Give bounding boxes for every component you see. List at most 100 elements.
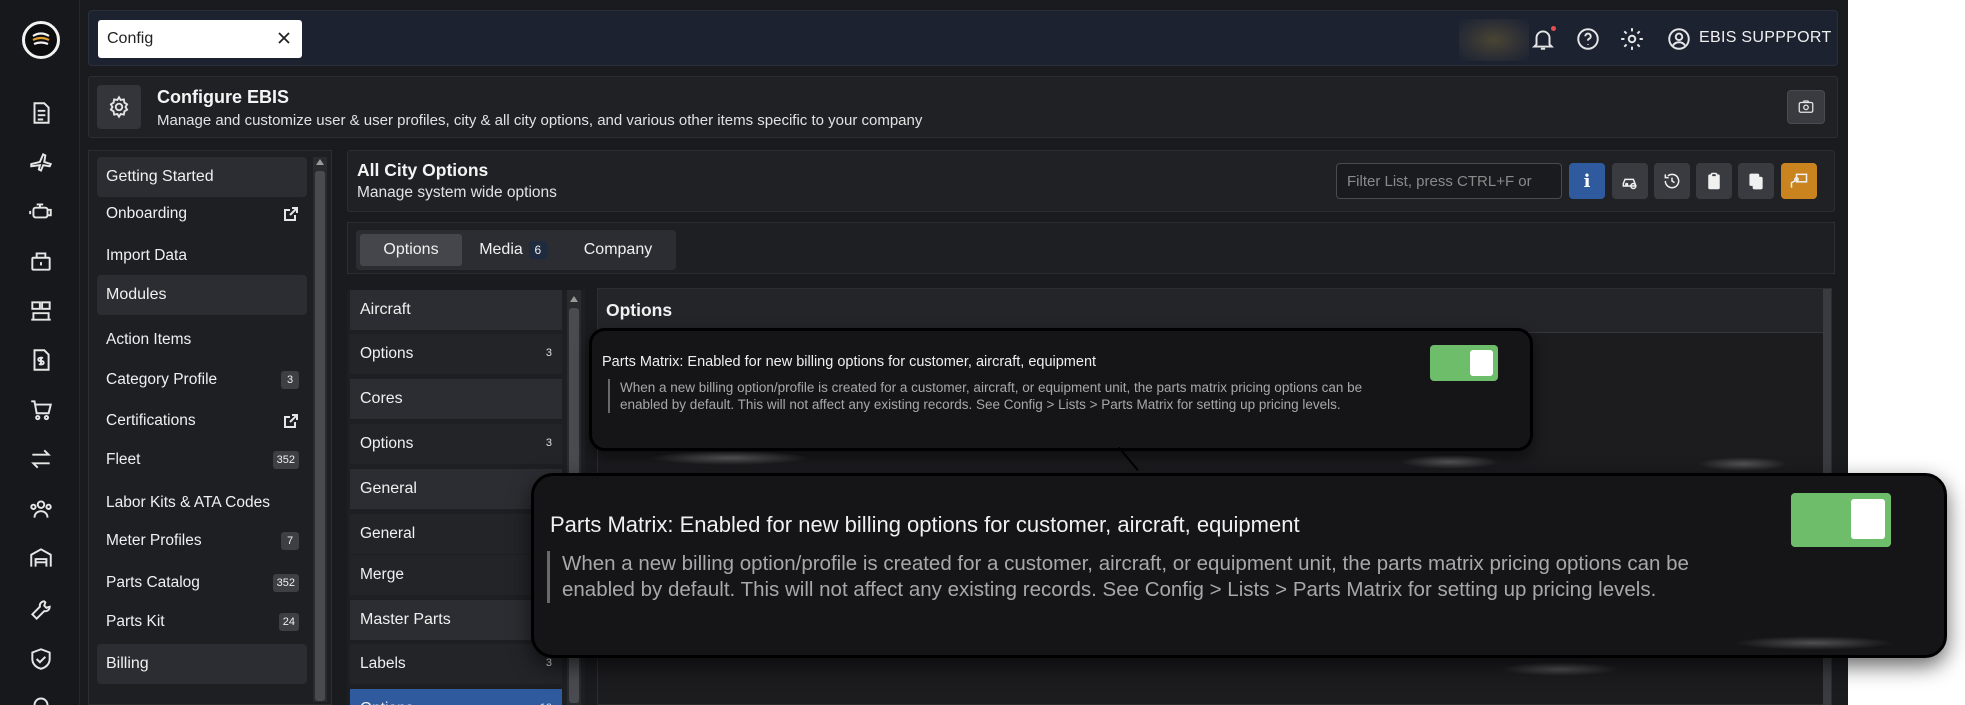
blur-artifact [650, 451, 810, 465]
car-gear-icon [1622, 178, 1637, 190]
notification-dot [1551, 26, 1556, 31]
nav-label: Modules [106, 286, 167, 303]
nav-item-parts-catalog[interactable]: Parts Catalog 352 [97, 564, 307, 602]
category-label: Labels [360, 655, 406, 672]
category-label: Master Parts [360, 611, 451, 628]
tab-media-label: Media [479, 241, 523, 258]
tab-options[interactable]: Options [360, 234, 462, 266]
blur-artifact [1500, 662, 1620, 676]
category-item-options[interactable]: Options 3 [350, 424, 562, 464]
option-description: When a new billing option/profile is cre… [608, 379, 1398, 413]
global-search-input[interactable]: Config [98, 20, 302, 58]
nav-label: Certifications [106, 412, 196, 429]
nav-label: Onboarding [106, 205, 188, 222]
category-label: Cores [360, 390, 403, 407]
nav-count-badge: 3 [281, 371, 299, 389]
nav-label: Fleet [106, 451, 141, 468]
nav-label: Import Data [106, 247, 187, 264]
category-item-options[interactable]: Options10 [350, 689, 562, 705]
category-group-cores[interactable]: Cores [350, 379, 562, 419]
nav-item-action-items[interactable]: Action Items [97, 321, 307, 359]
history-icon [1664, 173, 1680, 189]
configure-gear-icon [97, 85, 141, 129]
category-item-labels[interactable]: Labels 3 [350, 644, 562, 684]
help-icon[interactable] [1575, 26, 1601, 52]
cart-icon[interactable] [26, 395, 56, 425]
category-label: General [360, 480, 417, 497]
zoom-option-enabled-toggle[interactable] [1791, 493, 1891, 547]
category-label: Options [360, 435, 414, 452]
tab-company[interactable]: Company [568, 234, 668, 266]
nav-item-fleet[interactable]: Fleet 352 [97, 441, 307, 479]
airplane-icon[interactable] [26, 148, 56, 178]
nav-label: Getting Started [106, 168, 214, 185]
presentation-button[interactable] [1781, 163, 1817, 199]
option-zoom-callout: Parts Matrix: Enabled for new billing op… [531, 473, 1947, 658]
nav-label: Action Items [106, 331, 192, 348]
category-label: Aircraft [360, 301, 411, 318]
info-button[interactable]: i [1569, 163, 1605, 199]
nav-item-import-data[interactable]: Import Data [97, 237, 307, 275]
nav-item-labor-kits-ata-codes[interactable]: Labor Kits & ATA Codes [97, 484, 307, 522]
nav-label: Meter Profiles [106, 532, 202, 549]
tabs-bar: Options Media 6 Company [347, 222, 1835, 274]
shield-check-icon[interactable] [26, 644, 56, 674]
copy-button[interactable] [1738, 163, 1774, 199]
blur-artifact [1400, 455, 1500, 469]
nav-item-parts-kit[interactable]: Parts Kit 24 [97, 603, 307, 641]
nav-group-modules[interactable]: Modules [97, 275, 307, 315]
category-count-badge: 3 [545, 657, 552, 669]
history-button[interactable] [1654, 163, 1690, 199]
page-title: Configure EBIS [157, 87, 290, 107]
vehicle-settings-button[interactable] [1612, 163, 1648, 199]
notifications-bell-icon[interactable] [1530, 26, 1556, 52]
nav-label: Labor Kits & ATA Codes [106, 494, 270, 511]
invoice-icon[interactable] [26, 345, 56, 375]
copy-icon [1749, 173, 1763, 190]
settings-gear-icon[interactable] [1619, 26, 1645, 52]
nav-label: Category Profile [106, 371, 218, 388]
user-account-icon[interactable] [1666, 26, 1692, 52]
app-logo-icon[interactable] [22, 21, 60, 59]
category-count-badge: 3 [545, 347, 552, 359]
camera-button[interactable] [1787, 90, 1825, 124]
filter-list-input[interactable]: Filter List, press CTRL+F or [1336, 163, 1562, 199]
wrench-icon[interactable] [26, 595, 56, 625]
option-row-parts-matrix: Parts Matrix: Enabled for new billing op… [589, 328, 1533, 451]
hangar-icon[interactable] [26, 543, 56, 573]
nav-group-getting-started[interactable]: Getting Started [97, 157, 307, 197]
engine-icon[interactable] [26, 197, 56, 227]
transfer-icon[interactable] [26, 444, 56, 474]
warehouse-icon[interactable] [26, 296, 56, 326]
nav-item-certifications[interactable]: Certifications [97, 402, 307, 440]
nav-item-meter-profiles[interactable]: Meter Profiles 7 [97, 522, 307, 560]
tab-company-label: Company [583, 241, 653, 258]
tab-media-badge: 6 [528, 241, 547, 259]
users-icon[interactable] [26, 494, 56, 524]
more-rail-icon[interactable] [26, 690, 56, 705]
category-count-badge: 3 [545, 437, 552, 449]
nav-label: Billing [106, 655, 149, 672]
blurred-avatar-region [1459, 19, 1529, 61]
user-name-label[interactable]: EBIS SUPPPORT [1699, 29, 1832, 47]
camera-icon [1798, 100, 1814, 113]
category-label: Options [360, 700, 413, 705]
tab-options-label: Options [383, 241, 439, 258]
zoom-option-description: When a new billing option/profile is cre… [547, 551, 1747, 603]
category-item-options[interactable]: Options 3 [350, 334, 562, 374]
config-nav-scrollbar[interactable] [313, 157, 327, 702]
nav-group-billing[interactable]: Billing [97, 644, 307, 684]
inventory-icon[interactable] [26, 246, 56, 276]
document-icon[interactable] [26, 98, 56, 128]
category-label: Merge [360, 566, 404, 583]
option-enabled-toggle[interactable] [1430, 345, 1498, 381]
tab-media[interactable]: Media 6 [468, 234, 558, 266]
blur-artifact [1734, 636, 1894, 650]
clipboard-button[interactable] [1696, 163, 1732, 199]
clear-search-icon[interactable] [276, 30, 292, 46]
nav-item-category-profile[interactable]: Category Profile 3 [97, 361, 307, 399]
nav-label: Parts Kit [106, 613, 165, 630]
nav-item-onboarding[interactable]: Onboarding [97, 195, 307, 233]
external-link-icon [283, 206, 299, 222]
category-group-aircraft[interactable]: Aircraft [350, 290, 562, 330]
